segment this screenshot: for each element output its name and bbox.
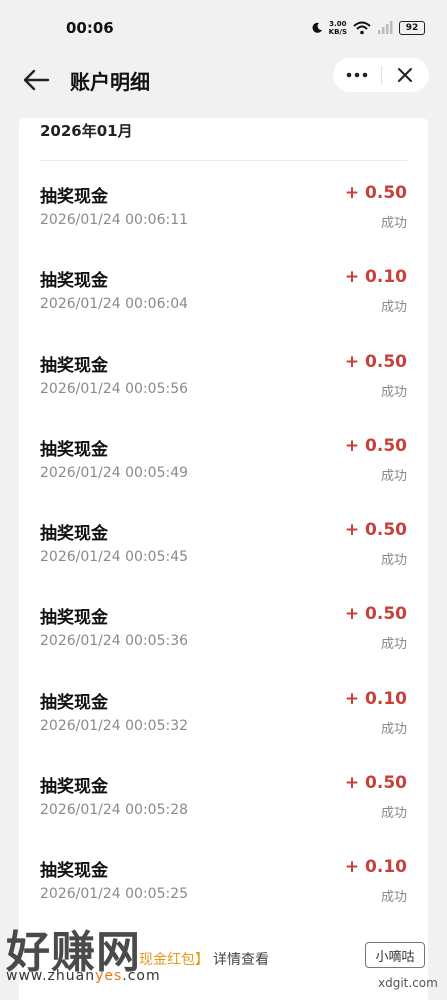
record-item[interactable]: 抽奖现金 2026/01/24 00:06:11 + 0.50 成功: [19, 161, 428, 245]
record-amount: + 0.50: [344, 520, 407, 541]
banner-highlight: 现金红包】: [139, 952, 209, 968]
watermark-left-url: www.zhuanyes.com: [6, 968, 161, 984]
record-title: 抽奖现金: [40, 608, 108, 629]
record-status: 成功: [380, 468, 407, 484]
record-status: 成功: [380, 553, 407, 569]
record-title: 抽奖现金: [40, 524, 108, 545]
moon-icon: [312, 22, 322, 33]
more-button[interactable]: [333, 58, 381, 92]
battery-indicator: 92: [399, 21, 425, 35]
record-item[interactable]: 抽奖现金 2026/01/24 00:06:04 + 0.10 成功: [19, 245, 428, 329]
record-time: 2026/01/24 00:06:11: [40, 212, 189, 228]
record-status: 成功: [380, 806, 407, 822]
record-time: 2026/01/24 00:05:32: [40, 717, 189, 734]
record-status: 成功: [380, 721, 407, 737]
record-title: 抽奖现金: [40, 777, 108, 798]
record-amount: + 0.10: [344, 267, 407, 288]
record-item[interactable]: 抽奖现金 2026/01/24 00:05:25 + 0.10 成功: [19, 835, 428, 919]
wm-url-suffix: .com: [122, 968, 161, 984]
record-amount: + 0.50: [344, 183, 407, 203]
watermark-right-logo: 小嘀咕: [365, 942, 425, 968]
wm-url-prefix: www.zhuan: [6, 968, 96, 984]
net-speed-unit: KB/S: [328, 28, 347, 36]
page-title: 账户明细: [70, 69, 150, 94]
net-speed-value: 3.00: [329, 20, 347, 28]
record-time: 2026/01/24 00:05:36: [40, 633, 189, 650]
record-time: 2026/01/24 00:06:04: [40, 296, 189, 313]
record-amount: + 0.50: [344, 773, 407, 794]
back-arrow-icon: [23, 69, 50, 91]
status-time: 00:06: [66, 19, 114, 37]
record-amount: + 0.50: [344, 604, 407, 625]
record-status: 成功: [380, 890, 407, 906]
record-time: 2026/01/24 00:05:56: [40, 380, 189, 397]
wifi-icon: [353, 21, 371, 35]
record-status: 成功: [380, 216, 407, 231]
record-status: 成功: [380, 300, 407, 316]
wm-url-mid: yes: [95, 968, 123, 984]
month-header: 2026年01月: [19, 118, 428, 161]
back-button[interactable]: [16, 60, 56, 100]
record-amount: + 0.50: [344, 351, 407, 372]
header: 账户明细: [0, 56, 447, 104]
record-item[interactable]: 抽奖现金 2026/01/24 00:05:56 + 0.50 成功: [19, 330, 428, 414]
record-title: 抽奖现金: [40, 439, 108, 460]
record-time: 2026/01/24 00:05:25: [40, 886, 189, 903]
month-label: 2026年01月: [40, 122, 133, 140]
record-status: 成功: [380, 384, 407, 400]
record-title: 抽奖现金: [40, 355, 108, 376]
more-dots-icon: [346, 72, 368, 78]
record-title: 抽奖现金: [40, 861, 108, 882]
record-amount: + 0.10: [344, 688, 407, 709]
record-item[interactable]: 抽奖现金 2026/01/24 00:05:45 + 0.50 成功: [19, 498, 428, 582]
record-item[interactable]: 抽奖现金 2026/01/24 00:05:32 + 0.10 成功: [19, 667, 428, 751]
mini-program-capsule: [333, 58, 429, 92]
close-icon: [398, 68, 413, 82]
net-speed: 3.00 KB/S: [329, 20, 347, 36]
record-title: 抽奖现金: [40, 187, 108, 207]
banner-link[interactable]: 详情查看: [213, 949, 269, 969]
record-title: 抽奖现金: [40, 692, 108, 713]
record-list: 抽奖现金 2026/01/24 00:06:11 + 0.50 成功 抽奖现金 2026/…: [19, 161, 428, 920]
record-item[interactable]: 抽奖现金 2026/01/24 00:05:28 + 0.50 成功: [19, 751, 428, 835]
record-amount: + 0.10: [344, 857, 407, 878]
watermark-right-url: xdgit.com: [378, 976, 438, 990]
status-bar: 00:06 3.00 KB/S 92: [0, 0, 447, 56]
signal-icon: [378, 21, 393, 34]
record-item[interactable]: 抽奖现金 2026/01/24 00:05:49 + 0.50 成功: [19, 414, 428, 498]
account-detail-card: 2026年01月 抽奖现金 2026/01/24 00:06:11 + 0.50 成功…: [19, 118, 428, 1000]
status-icons: 3.00 KB/S 92: [311, 20, 425, 36]
record-time: 2026/01/24 00:05:49: [40, 464, 189, 481]
record-time: 2026/01/24 00:05:45: [40, 549, 189, 566]
record-status: 成功: [380, 637, 407, 653]
close-button[interactable]: [382, 58, 430, 92]
record-time: 2026/01/24 00:05:28: [40, 802, 189, 819]
record-amount: + 0.50: [344, 435, 407, 456]
record-title: 抽奖现金: [40, 271, 108, 292]
record-item[interactable]: 抽奖现金 2026/01/24 00:05:36 + 0.50 成功: [19, 582, 428, 666]
